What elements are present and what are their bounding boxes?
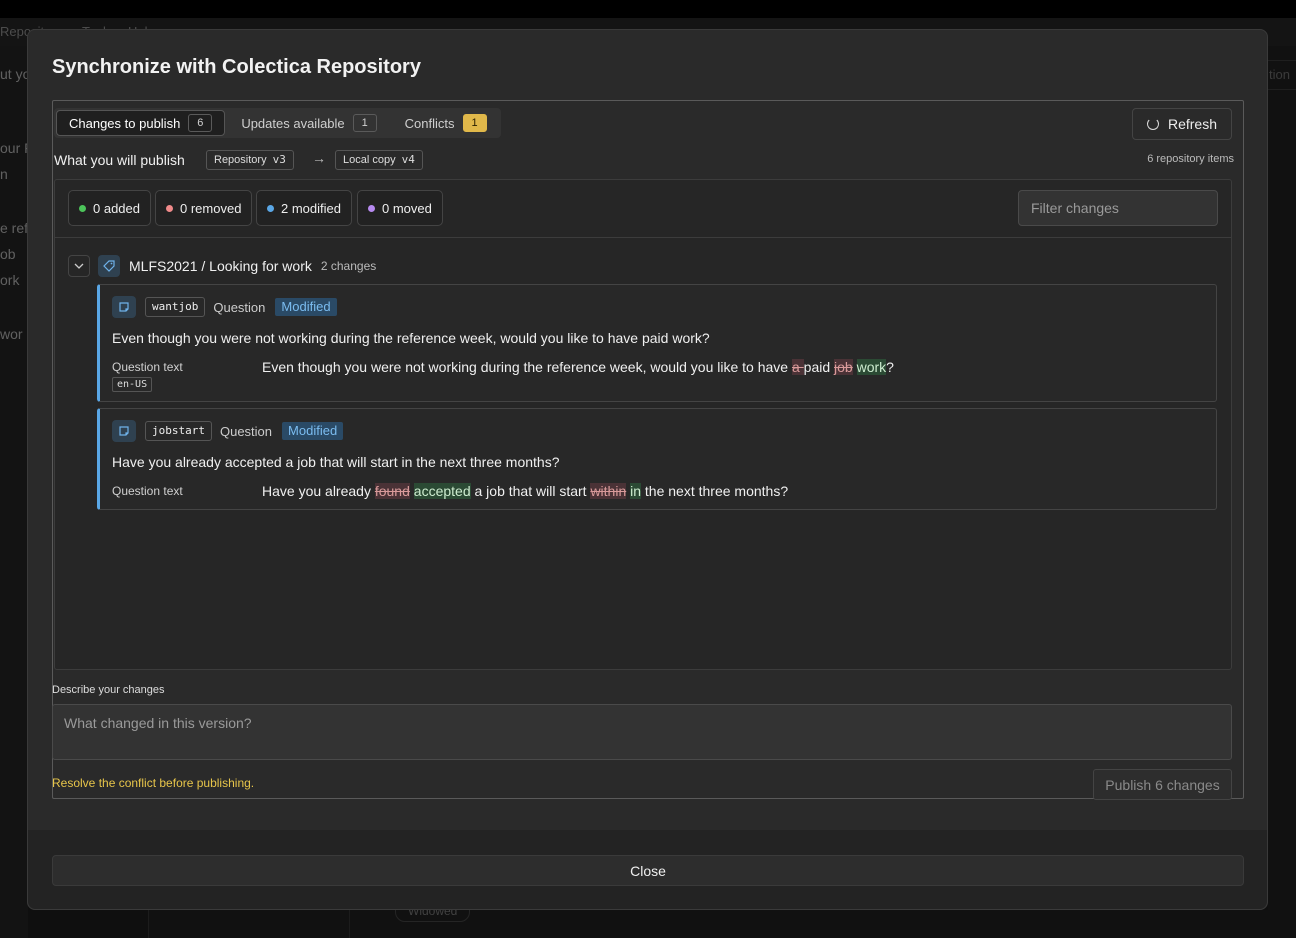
tab-updates-available[interactable]: Updates available 1 <box>229 110 388 136</box>
change-group-header[interactable]: MLFS2021 / Looking for work 2 changes <box>68 253 376 279</box>
source-version: v3 <box>272 153 286 166</box>
change-card[interactable]: wantjob Question Modified Even though yo… <box>97 284 1217 402</box>
tab-count: 1 <box>352 114 377 132</box>
item-code: wantjob <box>145 297 206 317</box>
diff-deleted: found <box>374 483 410 499</box>
card-header: jobstart Question Modified <box>112 420 344 442</box>
card-header: wantjob Question Modified <box>112 296 337 318</box>
refresh-icon <box>1146 118 1159 130</box>
diff-deleted: job <box>834 359 853 375</box>
target-version: v4 <box>401 153 415 166</box>
publish-summary-row: What you will publish Repository v3 → Loc… <box>54 150 1242 170</box>
diff-text: Even though you were not working during … <box>262 359 894 375</box>
dialog-title: Synchronize with Colectica Repository <box>52 56 421 78</box>
publish-button[interactable]: Publish 6 changes <box>1093 769 1232 800</box>
chevron-down-icon[interactable] <box>68 255 90 277</box>
question-text: Even though you were not working during … <box>112 330 710 346</box>
question-icon <box>112 420 136 442</box>
modified-badge: Modified <box>275 298 337 316</box>
diff-unchanged: ? <box>886 359 894 375</box>
moved-dot-icon <box>368 204 375 212</box>
filter-changes-input[interactable] <box>1018 190 1218 226</box>
diff-unchanged: Have you already <box>262 483 375 499</box>
tab-changes-to-publish[interactable]: Changes to publish 6 <box>56 110 226 136</box>
target-label: Local copy <box>343 154 396 166</box>
stat-label: 0 moved <box>382 200 432 216</box>
publish-label: What you will publish <box>54 152 185 168</box>
language-tag: en-US <box>112 377 153 392</box>
added-dot-icon <box>79 204 86 212</box>
sync-tabs: Changes to publish 6 Updates available 1… <box>54 108 501 138</box>
change-card[interactable]: jobstart Question Modified Have you alre… <box>97 408 1217 510</box>
tab-label: Changes to publish <box>69 115 181 131</box>
filter-bar: 0 added 0 removed 2 modified 0 moved <box>55 180 1231 238</box>
stat-added[interactable]: 0 added <box>68 190 151 226</box>
stat-removed[interactable]: 0 removed <box>155 190 253 226</box>
item-kind: Question <box>213 299 266 315</box>
stat-modified[interactable]: 2 modified <box>256 190 352 226</box>
describe-changes-label: Describe your changes <box>52 684 165 696</box>
group-change-count: 2 changes <box>320 259 377 273</box>
stat-moved[interactable]: 0 moved <box>357 190 443 226</box>
modified-dot-icon <box>267 204 274 212</box>
arrow-right-icon: → <box>312 150 326 166</box>
describe-changes-input[interactable] <box>52 704 1232 760</box>
stat-label: 0 added <box>93 200 140 216</box>
removed-dot-icon <box>166 204 173 212</box>
refresh-label: Refresh <box>1167 116 1217 132</box>
diff-inserted: accepted <box>413 483 471 499</box>
tab-label: Conflicts <box>404 115 455 131</box>
diff-inserted: work <box>856 359 887 375</box>
sync-panel: Changes to publish 6 Updates available 1… <box>52 100 1244 799</box>
tag-icon <box>98 255 120 277</box>
repository-items-count: 6 repository items <box>1147 153 1234 165</box>
sync-dialog: Synchronize with Colectica Repository Ch… <box>27 29 1268 910</box>
diff-text: Have you already found accepted a job th… <box>262 483 788 499</box>
stat-label: 0 removed <box>180 200 242 216</box>
item-code: jobstart <box>145 421 212 441</box>
modified-badge: Modified <box>282 422 344 440</box>
tab-count-warning: 1 <box>462 114 487 132</box>
question-icon <box>112 296 136 318</box>
source-label: Repository <box>214 154 267 166</box>
diff-unchanged: the next three months? <box>641 483 789 499</box>
diff-unchanged: a job that will start <box>470 483 591 499</box>
source-version-chip: Repository v3 <box>206 150 294 170</box>
tab-label: Updates available <box>241 115 345 131</box>
diff-inserted: in <box>630 483 642 499</box>
target-version-chip: Local copy v4 <box>335 150 423 170</box>
conflict-warning: Resolve the conflict before publishing. <box>52 776 255 790</box>
diff-field-label: Question text <box>112 484 183 498</box>
tab-conflicts[interactable]: Conflicts 1 <box>393 110 499 136</box>
diff-unchanged: Even though you were not working during … <box>262 359 792 375</box>
tab-count: 6 <box>188 114 213 132</box>
changes-list: 0 added 0 removed 2 modified 0 moved Fil… <box>54 179 1232 670</box>
dialog-footer: Close <box>28 830 1267 909</box>
diff-field-label: Question text <box>112 360 183 374</box>
diff-deleted: within <box>590 483 627 499</box>
refresh-button[interactable]: Refresh <box>1131 108 1232 140</box>
diff-unchanged: paid <box>803 359 835 375</box>
diff-deleted: a <box>791 359 804 375</box>
question-text: Have you already accepted a job that wil… <box>112 454 560 470</box>
item-kind: Question <box>219 423 273 439</box>
stat-label: 2 modified <box>281 200 341 216</box>
close-button[interactable]: Close <box>52 855 1244 886</box>
group-title: MLFS2021 / Looking for work <box>129 258 312 274</box>
